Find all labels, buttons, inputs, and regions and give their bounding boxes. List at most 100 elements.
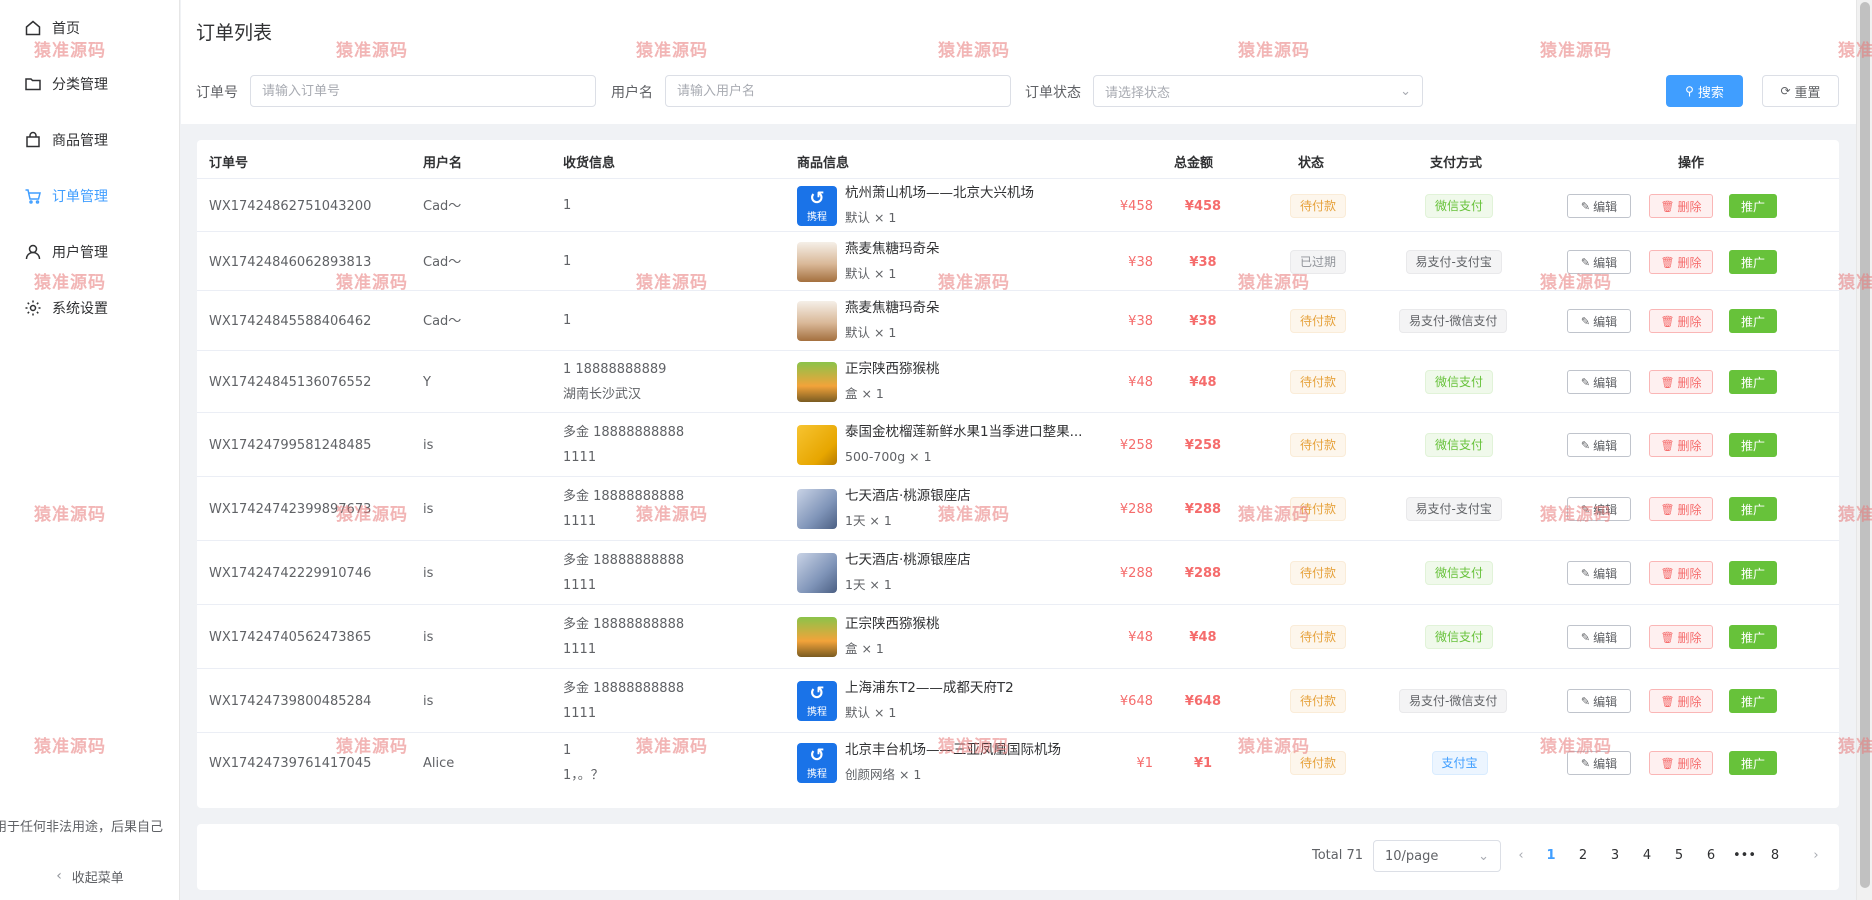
- sidebar-item-goods[interactable]: 商品管理: [0, 112, 180, 168]
- total-amount: ¥38: [1189, 314, 1217, 329]
- goods-spec: 默认 × 1: [845, 705, 897, 720]
- shipping-line-2: 1111: [563, 706, 597, 721]
- promote-button[interactable]: 推广: [1729, 497, 1777, 521]
- goods-name: 上海浦东T2——成都天府T2: [845, 680, 1014, 696]
- goods-price: ¥38: [1128, 314, 1153, 329]
- delete-button-label: 删除: [1677, 756, 1702, 771]
- delete-button[interactable]: 🗑 删除: [1649, 250, 1713, 274]
- search-button[interactable]: ⚲ 搜索: [1666, 75, 1743, 107]
- shipping-line-1: 多金 18888888888: [563, 425, 685, 440]
- promote-button[interactable]: 推广: [1729, 250, 1777, 274]
- edit-button[interactable]: ✎ 编辑: [1567, 497, 1631, 521]
- edit-button[interactable]: ✎ 编辑: [1567, 250, 1631, 274]
- delete-button[interactable]: 🗑 删除: [1649, 433, 1713, 457]
- order-no: WX17424845136076552: [209, 375, 372, 390]
- payment-badge: 支付宝: [1431, 751, 1488, 775]
- status-badge: 待付款: [1290, 309, 1347, 333]
- table-row: WX17424742399897673 is 多金 18888888888 11…: [197, 476, 1839, 540]
- edit-button[interactable]: ✎ 编辑: [1567, 370, 1631, 394]
- delete-button[interactable]: 🗑 删除: [1649, 370, 1713, 394]
- delete-button[interactable]: 🗑 删除: [1649, 561, 1713, 585]
- goods-price: ¥288: [1119, 502, 1153, 517]
- promote-button[interactable]: 推广: [1729, 751, 1777, 775]
- column-header-total: 总金额: [1174, 156, 1214, 171]
- edit-button[interactable]: ✎ 编辑: [1567, 309, 1631, 333]
- delete-button[interactable]: 🗑 删除: [1649, 689, 1713, 713]
- more-pages-button[interactable]: •••: [1733, 848, 1756, 863]
- status-label: 订单状态: [1025, 85, 1081, 101]
- user-icon: [24, 243, 42, 261]
- promote-button[interactable]: 推广: [1729, 561, 1777, 585]
- username-input[interactable]: [665, 75, 1011, 107]
- trash-icon: 🗑: [1660, 438, 1675, 452]
- status-select[interactable]: 请选择状态 ⌄: [1093, 75, 1423, 107]
- promote-button[interactable]: 推广: [1729, 689, 1777, 713]
- prev-page-button[interactable]: ‹: [1511, 848, 1531, 863]
- thumb-brand-text: 携程: [807, 211, 827, 223]
- promote-button[interactable]: 推广: [1729, 194, 1777, 218]
- sidebar-item-orders[interactable]: 订单管理: [0, 168, 180, 224]
- page-size-select[interactable]: 10/page ⌄: [1373, 840, 1501, 872]
- delete-button-label: 删除: [1677, 438, 1702, 453]
- edit-button[interactable]: ✎ 编辑: [1567, 625, 1631, 649]
- status-badge: 待付款: [1290, 497, 1347, 521]
- delete-button[interactable]: 🗑 删除: [1649, 194, 1713, 218]
- goods-price: ¥458: [1119, 199, 1153, 214]
- username: Cad～: [423, 199, 462, 214]
- username: Cad～: [423, 255, 462, 270]
- table-row: WX17424846062893813 Cad～ 1 燕麦焦糖玛奇朵 默认 × …: [197, 231, 1839, 290]
- goods-spec: 1天 × 1: [845, 513, 892, 528]
- order-no: WX17424740562473865: [209, 630, 372, 645]
- trash-icon: 🗑: [1660, 375, 1675, 389]
- brand-logo-icon: ↺: [809, 744, 825, 766]
- goods-price: ¥1: [1136, 756, 1153, 771]
- sidebar-item-home[interactable]: 首页: [0, 0, 180, 56]
- trash-icon: 🗑: [1660, 566, 1675, 580]
- sidebar-item-label: 系统设置: [52, 301, 108, 317]
- delete-button[interactable]: 🗑 删除: [1649, 751, 1713, 775]
- promote-button[interactable]: 推广: [1729, 433, 1777, 457]
- page-button[interactable]: 4: [1637, 848, 1657, 863]
- table-row: WX17424799581248485 is 多金 18888888888 11…: [197, 412, 1839, 476]
- page-button[interactable]: 8: [1765, 848, 1785, 863]
- search-icon: ⚲: [1685, 84, 1694, 98]
- promote-button-label: 推广: [1740, 756, 1765, 771]
- promote-button[interactable]: 推广: [1729, 309, 1777, 333]
- sidebar-item-label: 用户管理: [52, 245, 108, 261]
- page-button[interactable]: 6: [1701, 848, 1721, 863]
- edit-icon: ✎: [1580, 756, 1591, 770]
- edit-button[interactable]: ✎ 编辑: [1567, 561, 1631, 585]
- order-no: WX17424799581248485: [209, 438, 372, 453]
- trash-icon: 🗑: [1660, 199, 1675, 213]
- delete-button[interactable]: 🗑 删除: [1649, 497, 1713, 521]
- edit-button[interactable]: ✎ 编辑: [1567, 194, 1631, 218]
- promote-button[interactable]: 推广: [1729, 625, 1777, 649]
- edit-button[interactable]: ✎ 编辑: [1567, 751, 1631, 775]
- order-no-input[interactable]: [250, 75, 596, 107]
- collapse-menu-button[interactable]: ‹ 收起菜单: [0, 862, 180, 890]
- edit-icon: ✎: [1580, 199, 1591, 213]
- search-button-label: 搜索: [1697, 84, 1724, 100]
- page-button[interactable]: 5: [1669, 848, 1689, 863]
- delete-button[interactable]: 🗑 删除: [1649, 625, 1713, 649]
- delete-button[interactable]: 🗑 删除: [1649, 309, 1713, 333]
- vertical-scrollbar[interactable]: [1856, 0, 1872, 900]
- edit-button[interactable]: ✎ 编辑: [1567, 689, 1631, 713]
- scrollbar-thumb[interactable]: [1860, 2, 1870, 888]
- page-button[interactable]: 1: [1541, 848, 1561, 863]
- page-button[interactable]: 2: [1573, 848, 1593, 863]
- order-no: WX17424742399897673: [209, 502, 372, 517]
- edit-button[interactable]: ✎ 编辑: [1567, 433, 1631, 457]
- promote-button[interactable]: 推广: [1729, 370, 1777, 394]
- username: is: [423, 694, 434, 709]
- next-page-button[interactable]: ›: [1806, 848, 1826, 863]
- status-badge: 待付款: [1290, 433, 1347, 457]
- page-button[interactable]: 3: [1605, 848, 1625, 863]
- sidebar-item-category[interactable]: 分类管理: [0, 56, 180, 112]
- cart-icon: [24, 187, 42, 205]
- promote-button-label: 推广: [1740, 255, 1765, 270]
- sidebar-item-settings[interactable]: 系统设置: [0, 280, 180, 336]
- sidebar-item-users[interactable]: 用户管理: [0, 224, 180, 280]
- reset-button[interactable]: ⟳ 重置: [1762, 75, 1839, 107]
- goods-spec: 盒 × 1: [845, 386, 884, 401]
